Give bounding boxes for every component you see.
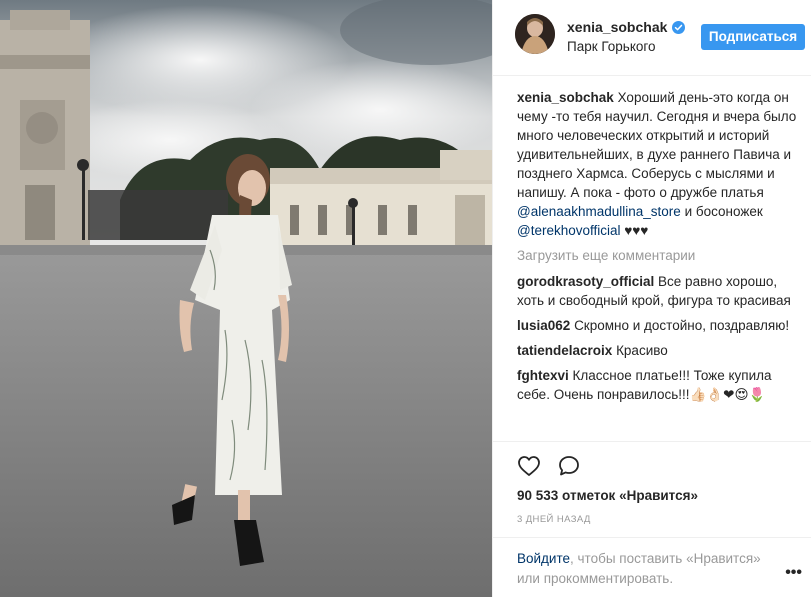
comment-text: Скромно и достойно, поздравляю! bbox=[574, 318, 790, 333]
login-link[interactable]: Войдите bbox=[517, 551, 570, 566]
post-header: xenia_sobchak Парк Горького Подписаться bbox=[493, 0, 811, 76]
caption: xenia_sobchak Хороший день-это когда он … bbox=[517, 88, 805, 240]
caption-username[interactable]: xenia_sobchak bbox=[517, 90, 614, 105]
post-side-panel: xenia_sobchak Парк Горького Подписаться … bbox=[492, 0, 811, 597]
avatar-image bbox=[515, 14, 555, 54]
comment-username[interactable]: tatiendelacroix bbox=[517, 343, 612, 358]
comment-username[interactable]: gorodkrasoty_official bbox=[517, 274, 654, 289]
post-actions: 90 533 отметок «Нравится» 3 дней назад bbox=[493, 441, 811, 541]
post-photo-image bbox=[0, 0, 492, 597]
comment-text: Красиво bbox=[616, 343, 668, 358]
instagram-post: xenia_sobchak Парк Горького Подписаться … bbox=[0, 0, 811, 597]
caption-text-3: ♥♥♥ bbox=[620, 223, 649, 238]
load-more-comments-button[interactable]: Загрузить еще комментарии bbox=[517, 246, 805, 266]
follow-button[interactable]: Подписаться bbox=[701, 24, 805, 50]
comment-item: lusia062 Скромно и достойно, поздравляю! bbox=[517, 316, 805, 335]
header-location[interactable]: Парк Горького bbox=[567, 39, 656, 54]
mention-link[interactable]: @terekhovofficial bbox=[517, 223, 621, 238]
caption-text-2: и босоножек bbox=[680, 204, 763, 219]
comment-item: fghtexvi Классное платье!!! Тоже купила … bbox=[517, 366, 805, 404]
post-footer: Войдите, чтобы поставить «Нравится» или … bbox=[493, 537, 811, 597]
caption-text: Хороший день-это когда он чему -то тебя … bbox=[517, 90, 797, 200]
header-username-row: xenia_sobchak bbox=[567, 19, 686, 35]
header-username[interactable]: xenia_sobchak bbox=[567, 19, 667, 35]
verified-badge-icon bbox=[672, 20, 686, 34]
avatar[interactable] bbox=[515, 14, 555, 54]
post-photo[interactable] bbox=[0, 0, 492, 597]
heart-outline-icon[interactable] bbox=[517, 454, 541, 478]
action-icons bbox=[517, 454, 581, 478]
post-timestamp[interactable]: 3 дней назад bbox=[517, 514, 591, 525]
comment-username[interactable]: lusia062 bbox=[517, 318, 570, 333]
comment-item: gorodkrasoty_official Все равно хорошо, … bbox=[517, 272, 805, 310]
login-prompt: Войдите, чтобы поставить «Нравится» или … bbox=[517, 549, 777, 589]
comment-item: tatiendelacroix Красиво bbox=[517, 341, 805, 360]
mention-link[interactable]: @alenaakhmadullina_store bbox=[517, 204, 681, 219]
speech-bubble-icon[interactable] bbox=[557, 454, 581, 478]
comment-username[interactable]: fghtexvi bbox=[517, 368, 569, 383]
comments-list: xenia_sobchak Хороший день-это когда он … bbox=[517, 88, 805, 440]
likes-count[interactable]: 90 533 отметок «Нравится» bbox=[517, 488, 698, 503]
ellipsis-icon[interactable]: ••• bbox=[785, 564, 802, 582]
